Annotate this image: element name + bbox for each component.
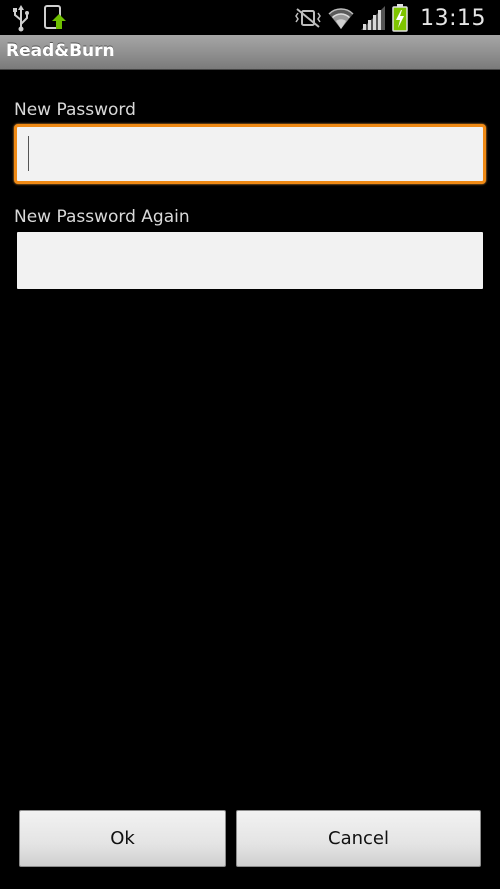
ok-button[interactable]: Ok <box>19 810 226 867</box>
new-password-input[interactable] <box>14 124 486 184</box>
usb-icon <box>13 5 29 32</box>
battery-charging-icon <box>392 4 408 32</box>
new-password-again-label: New Password Again <box>14 207 190 227</box>
vibrate-mute-icon <box>295 8 321 28</box>
upload-notification-icon <box>44 5 66 29</box>
status-bar: 13:15 <box>0 0 500 35</box>
cancel-button-label: Cancel <box>328 828 389 849</box>
new-password-label: New Password <box>14 100 136 120</box>
title-bar: Read&Burn <box>0 35 500 70</box>
new-password-again-input[interactable] <box>17 232 483 289</box>
cancel-button[interactable]: Cancel <box>236 810 481 867</box>
ok-button-label: Ok <box>110 828 135 849</box>
status-bar-time: 13:15 <box>420 5 486 31</box>
status-bar-notifications <box>10 3 70 33</box>
status-bar-system: 13:15 <box>294 3 486 33</box>
wifi-icon <box>328 8 354 30</box>
signal-icon <box>361 6 386 30</box>
text-cursor <box>28 136 29 171</box>
app-title: Read&Burn <box>6 41 115 61</box>
